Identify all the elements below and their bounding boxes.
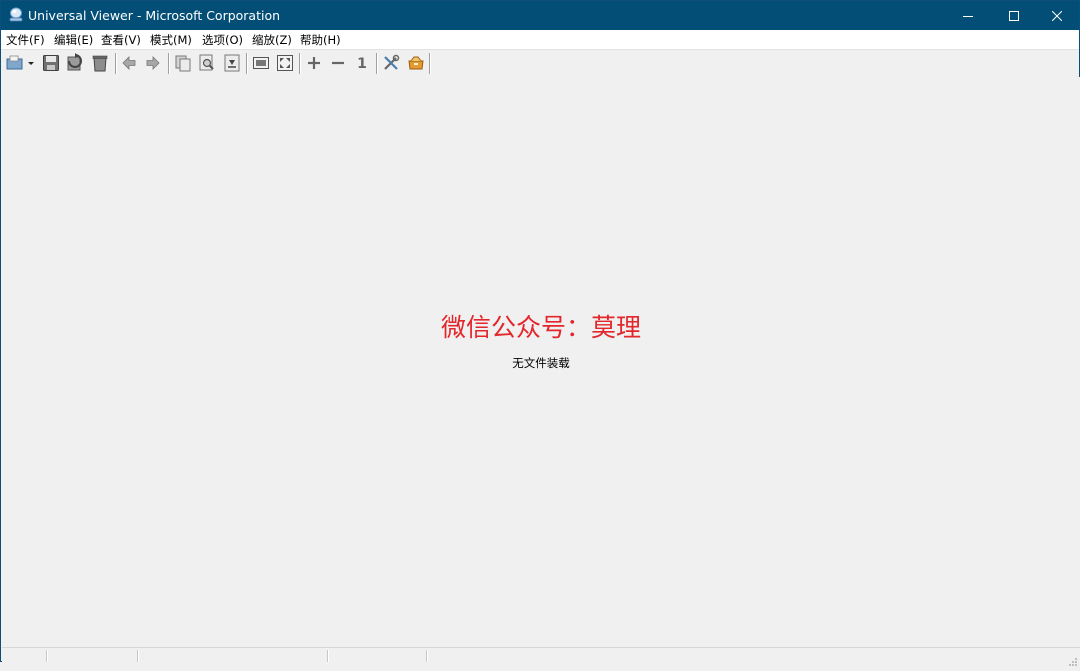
reload-icon — [67, 53, 82, 71]
toolbar-separator — [376, 53, 377, 74]
next-page-icon — [224, 54, 240, 72]
settings-icon — [384, 54, 400, 70]
find-button[interactable] — [197, 53, 217, 73]
save-button[interactable] — [41, 53, 61, 73]
menu-file[interactable]: 文件(F) — [6, 32, 45, 48]
toolbar-separator — [299, 53, 300, 74]
fullscreen-icon — [277, 55, 293, 71]
forward-icon — [146, 56, 160, 70]
plugins-icon — [408, 56, 424, 70]
menu-mode[interactable]: 模式(M) — [150, 32, 192, 48]
settings-button[interactable] — [381, 53, 401, 73]
original-size-button[interactable]: 1 — [352, 53, 372, 73]
open-dropdown-button[interactable] — [25, 53, 37, 73]
open-button[interactable] — [5, 53, 25, 73]
status-divider — [46, 650, 47, 662]
copy-icon — [175, 55, 191, 72]
save-icon — [43, 55, 59, 71]
toolbar-separator — [429, 53, 430, 74]
delete-button[interactable] — [90, 53, 110, 73]
maximize-button[interactable] — [991, 1, 1037, 30]
zoom-out-button[interactable] — [328, 53, 348, 73]
close-icon — [1052, 10, 1062, 21]
no-file-message: 无文件装载 — [512, 356, 570, 370]
find-icon — [199, 54, 214, 71]
window-title: Universal Viewer - Microsoft Corporation — [28, 8, 281, 23]
open-icon — [6, 55, 23, 70]
app-window: Universal Viewer - Microsoft Corporation… — [0, 0, 1080, 666]
plugins-button[interactable] — [406, 53, 426, 73]
zoom-in-icon — [308, 57, 320, 69]
original-size-label: 1 — [357, 56, 367, 72]
menu-view[interactable]: 查看(V) — [101, 32, 141, 48]
back-icon — [122, 56, 136, 70]
toolbar-separator — [168, 53, 169, 74]
minimize-button[interactable] — [945, 1, 991, 30]
resize-grip-icon[interactable] — [1068, 652, 1078, 666]
fullscreen-button[interactable] — [275, 53, 295, 73]
original-size-icon: 1 — [357, 56, 367, 72]
back-button[interactable] — [119, 53, 139, 73]
reload-button[interactable] — [65, 53, 85, 73]
toolbar-separator — [246, 53, 247, 74]
maximize-icon — [1009, 10, 1019, 21]
delete-icon — [92, 55, 108, 72]
zoom-out-icon — [332, 61, 344, 65]
status-divider — [137, 650, 138, 662]
status-divider — [327, 650, 328, 662]
viewer-area[interactable]: 微信公众号：莫理 无文件装载 — [2, 77, 1080, 647]
toolbar-separator — [115, 53, 116, 74]
status-divider — [426, 650, 427, 662]
fit-window-button[interactable] — [251, 53, 271, 73]
menu-edit[interactable]: 编辑(E) — [54, 32, 93, 48]
app-logo-icon — [8, 7, 24, 23]
watermark-text: 微信公众号：莫理 — [440, 313, 641, 342]
close-button[interactable] — [1034, 1, 1080, 30]
menu-bar: 文件(F) 编辑(E) 查看(V) 模式(M) 选项(O) 缩放(Z) 帮助(H… — [1, 30, 1079, 50]
zoom-in-button[interactable] — [304, 53, 324, 73]
dropdown-arrow-icon — [28, 62, 34, 65]
menu-options[interactable]: 选项(O) — [202, 32, 243, 48]
status-bar — [2, 647, 1080, 666]
fit-window-icon — [253, 57, 269, 69]
toolbar: 1 — [1, 50, 1079, 76]
minimize-icon — [963, 15, 973, 17]
copy-button[interactable] — [173, 53, 193, 73]
menu-zoom[interactable]: 缩放(Z) — [252, 32, 292, 48]
forward-button[interactable] — [143, 53, 163, 73]
next-page-button[interactable] — [222, 53, 242, 73]
menu-help[interactable]: 帮助(H) — [300, 32, 341, 48]
title-bar[interactable]: Universal Viewer - Microsoft Corporation — [1, 1, 1079, 30]
